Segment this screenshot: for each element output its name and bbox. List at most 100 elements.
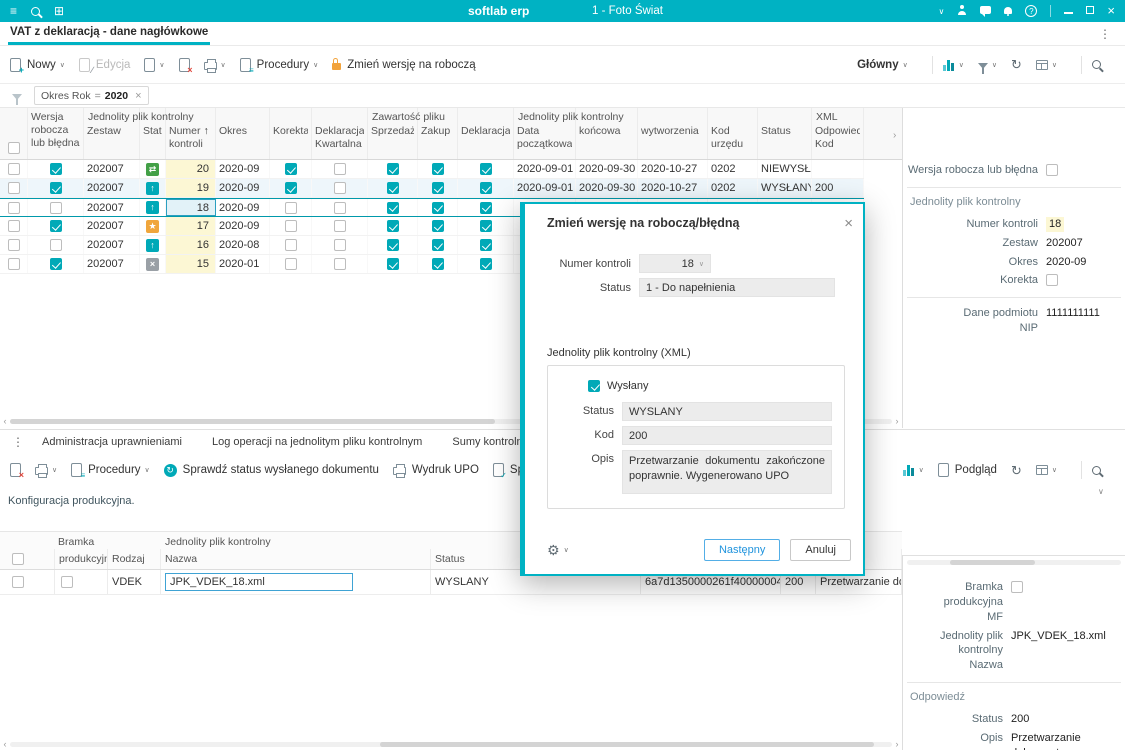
menu-icon[interactable]: ≡ [10, 5, 17, 17]
tab-log-operacji[interactable]: Log operacji na jednolitym pliku kontrol… [212, 436, 422, 448]
column-header-data_wytworzenia[interactable]: wytworzenia [638, 108, 708, 159]
tab-sumy-kontrolne[interactable]: Sumy kontrolne [452, 436, 528, 448]
change-version-button[interactable]: Zmień wersję na roboczą [332, 58, 476, 71]
column-header-kwartalna[interactable]: Deklaracja Kwartalna [312, 108, 368, 159]
deklaracja-checkbox[interactable] [479, 182, 492, 194]
sel-checkbox[interactable] [7, 239, 20, 251]
scroll-right-icon[interactable]: › [892, 417, 902, 426]
column-header-korekta[interactable]: Korekta [270, 108, 312, 159]
cell-numer[interactable]: 17 [166, 217, 216, 235]
kwartalna-checkbox[interactable] [333, 182, 346, 194]
wersja-robocza-checkbox[interactable] [1046, 164, 1058, 176]
podglad-button[interactable]: Podgląd [937, 463, 997, 477]
kwartalna-checkbox[interactable] [333, 163, 346, 175]
cell-numer[interactable]: 19 [166, 179, 216, 197]
tab-administracja[interactable]: Administracja uprawnieniami [42, 436, 182, 448]
sel-checkbox[interactable] [7, 258, 20, 270]
delete-button[interactable] [178, 57, 193, 75]
korekta-checkbox[interactable] [284, 201, 297, 214]
sort-filter-button[interactable]: ∨ [977, 61, 997, 74]
zakup-checkbox[interactable] [431, 163, 444, 175]
gear-icon[interactable]: ⚙ ∨ [547, 542, 569, 559]
bottom-horizontal-scrollbar[interactable]: ‹ › [0, 740, 902, 749]
column-header-sprzedaz[interactable]: Zawartość pliku Sprzedaż [368, 108, 445, 159]
column-header-deklaracja[interactable]: Deklaracja [458, 108, 514, 159]
xml-status-field[interactable]: WYSLANY [622, 402, 832, 421]
sel-checkbox[interactable] [7, 220, 20, 232]
grid-row-20[interactable]: 202007 ⇄ 20 2020-09 2020-09-01 2020-09-30 2020… [0, 160, 864, 179]
refresh-button[interactable]: ↻ [1011, 58, 1022, 71]
korekta-checkbox[interactable] [284, 220, 297, 232]
kwartalna-checkbox[interactable] [333, 201, 346, 214]
wersja-checkbox[interactable] [49, 220, 62, 232]
bramka-mf-checkbox[interactable] [1011, 581, 1023, 593]
bell-icon[interactable] [1004, 5, 1013, 17]
sel-checkbox[interactable] [7, 182, 20, 194]
wersja-checkbox[interactable] [49, 163, 62, 175]
sprzedaz-checkbox[interactable] [386, 220, 399, 232]
procedures-button[interactable]: Procedury∨ [71, 463, 150, 480]
grid-row-19[interactable]: 202007 ↑ 19 2020-09 2020-09-01 2020-09-30 2020… [0, 179, 864, 198]
zakup-checkbox[interactable] [431, 239, 444, 251]
bottom-tabs-menu-icon[interactable]: ⋮ [12, 435, 24, 449]
korekta-checkbox[interactable] [284, 163, 297, 175]
check-status-button[interactable]: ↻ Sprawdź status wysłanego dokumentu [163, 463, 379, 477]
tab-vat-deklaracja[interactable]: VAT z deklaracją - dane nagłówkowe [8, 22, 211, 45]
korekta-checkbox[interactable] [1046, 274, 1058, 287]
maximize-icon[interactable] [1086, 5, 1095, 17]
deklaracja-checkbox[interactable] [479, 258, 492, 270]
select-all-checkbox[interactable] [12, 553, 24, 565]
sprzedaz-checkbox[interactable] [386, 182, 399, 194]
sprzedaz-checkbox[interactable] [386, 201, 399, 214]
column-header-zestaw[interactable]: Jednolity plik kontrolny Zestaw [84, 108, 194, 159]
deklaracja-checkbox[interactable] [479, 239, 492, 251]
bramka-produkcyjna-checkbox[interactable] [61, 576, 73, 588]
cancel-button[interactable]: Anuluj [790, 539, 851, 561]
kwartalna-checkbox[interactable] [333, 220, 346, 232]
column-header-wersja[interactable]: Wersja robocza lub błędna [28, 108, 84, 159]
zakup-checkbox[interactable] [431, 258, 444, 270]
filter-chip[interactable]: Okres Rok = 2020 × [34, 86, 149, 105]
layout-button[interactable]: ∨ [1035, 59, 1057, 70]
search-button[interactable] [1092, 60, 1101, 69]
sel-checkbox[interactable] [7, 201, 20, 214]
cell-numer[interactable]: 20 [166, 160, 216, 178]
column-header-data_poczatkowa[interactable]: Jednolity plik kontrolny Data początkowa [514, 108, 624, 159]
procedures-button[interactable]: Procedury∨ [239, 57, 318, 75]
column-header-sel[interactable] [0, 108, 28, 159]
wersja-checkbox[interactable] [49, 182, 62, 194]
new-button[interactable]: Nowy∨ [10, 57, 65, 75]
column-header-nazwa[interactable]: Nazwa [161, 549, 431, 569]
wydruk-upo-button[interactable]: Wydruk UPO [392, 464, 479, 478]
row-select-checkbox[interactable] [12, 576, 24, 588]
column-header-okres[interactable]: Okres [216, 108, 270, 159]
select-all-checkbox[interactable] [8, 142, 20, 154]
sprzedaz-checkbox[interactable] [386, 258, 399, 270]
korekta-checkbox[interactable] [284, 182, 297, 194]
scroll-right-hint[interactable]: › [893, 130, 896, 141]
refresh-button[interactable]: ↻ [1011, 464, 1022, 477]
column-header-status_xml[interactable]: Status [758, 108, 812, 159]
panel-horizontal-scrollbar[interactable] [907, 558, 1121, 567]
column-header-odpowiedz_kod[interactable]: XMLOdpowiedź Kod [812, 108, 864, 159]
chat-icon[interactable] [980, 5, 992, 17]
tab-menu-icon[interactable]: ⋮ [1099, 27, 1111, 41]
zakup-checkbox[interactable] [431, 201, 444, 214]
nazwa-input[interactable] [165, 573, 353, 591]
copy-button[interactable]: ∨ [144, 57, 165, 72]
apps-icon[interactable]: ⊞ [54, 5, 64, 17]
zakup-checkbox[interactable] [431, 182, 444, 194]
deklaracja-checkbox[interactable] [479, 220, 492, 232]
search-icon[interactable] [31, 6, 41, 16]
column-header-rodzaj[interactable]: Rodzaj [108, 549, 161, 569]
remove-filter-icon[interactable]: × [135, 90, 141, 102]
scroll-left-icon[interactable]: ‹ [0, 417, 10, 426]
toolbar-overflow-icon[interactable]: ∨ [1098, 487, 1104, 496]
wersja-checkbox[interactable] [49, 201, 62, 214]
numer-kontroli-field[interactable]: 18 ∨ [639, 254, 711, 273]
kod-field[interactable]: 200 [622, 426, 832, 445]
help-icon[interactable]: ? [1025, 5, 1038, 18]
cell-numer[interactable]: 18 [166, 199, 216, 216]
search-button[interactable] [1092, 465, 1101, 475]
deklaracja-checkbox[interactable] [479, 201, 492, 214]
